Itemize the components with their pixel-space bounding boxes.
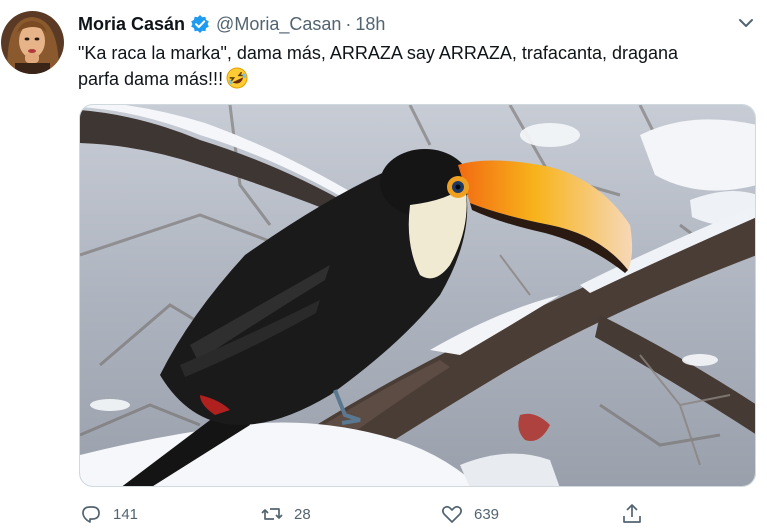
reply-icon [82,506,100,523]
share-icon [623,504,641,523]
avatar[interactable] [1,11,64,74]
retweet-count: 28 [294,505,311,523]
tweet-text: "Ka raca la marka", dama más, ARRAZA say… [78,40,748,92]
rolling-on-floor-laughing-emoji-icon [226,67,248,89]
reply-count: 141 [113,505,139,523]
tweet-actions-bar: 141 28 639 [0,500,767,530]
tweet-media-image[interactable] [79,104,756,487]
like-count: 639 [474,505,500,523]
display-name[interactable]: Moria Casán [78,14,185,35]
retweet-button[interactable]: 28 [260,502,311,526]
chevron-down-icon[interactable] [734,13,758,33]
tweet-header: Moria Casán @Moria_Casan · 18h [78,13,385,35]
retweet-icon [261,508,283,520]
separator-dot: · [345,13,352,34]
tweet-text-line-2: parfa dama más!!! [78,66,748,92]
verified-badge-icon [190,14,210,34]
like-button[interactable]: 639 [440,502,499,526]
tweet-text-line-1: "Ka raca la marka", dama más, ARRAZA say… [78,43,679,63]
tweet-text-line-2-text: parfa dama más!!! [78,69,224,89]
timestamp[interactable]: 18h [355,14,385,35]
reply-button[interactable]: 141 [79,502,138,526]
heart-icon [442,505,462,523]
share-button[interactable] [620,502,644,526]
user-handle[interactable]: @Moria_Casan [216,14,341,35]
